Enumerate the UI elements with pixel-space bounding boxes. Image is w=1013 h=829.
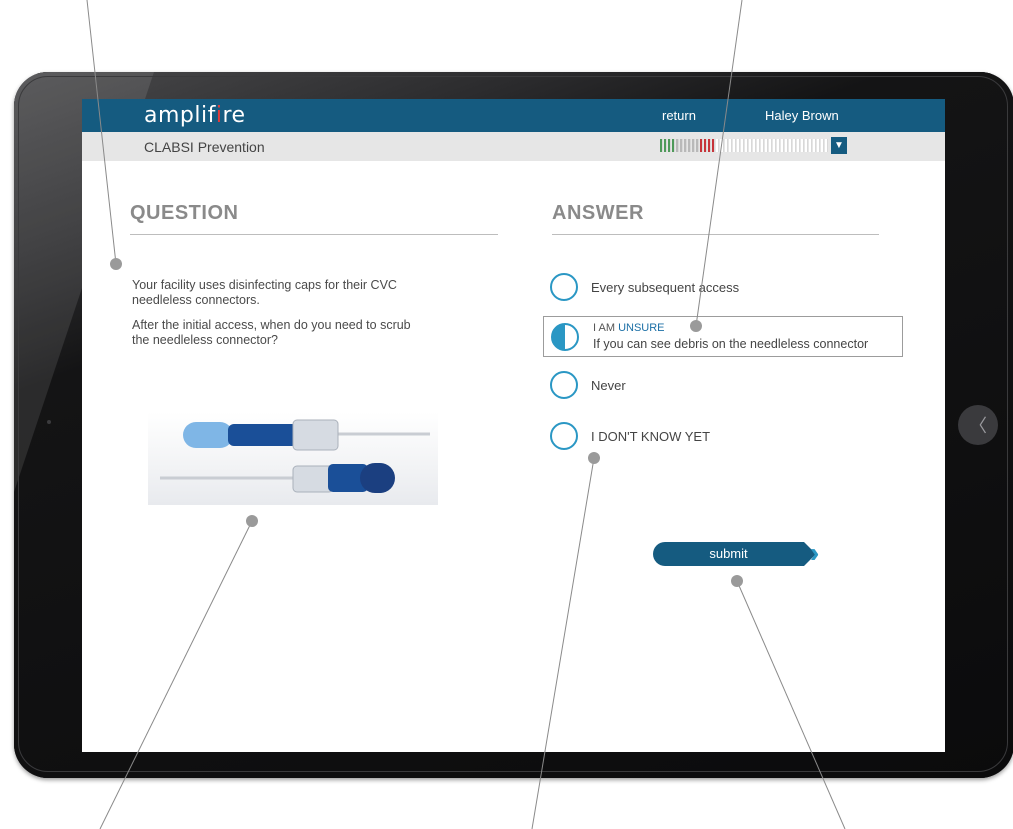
callout-marker-submit — [731, 575, 743, 587]
callout-marker-confidence — [690, 320, 702, 332]
callout-marker-image — [246, 515, 258, 527]
callout-marker-question — [110, 258, 122, 270]
callout-marker-options — [588, 452, 600, 464]
callout-lines — [86, 0, 846, 829]
